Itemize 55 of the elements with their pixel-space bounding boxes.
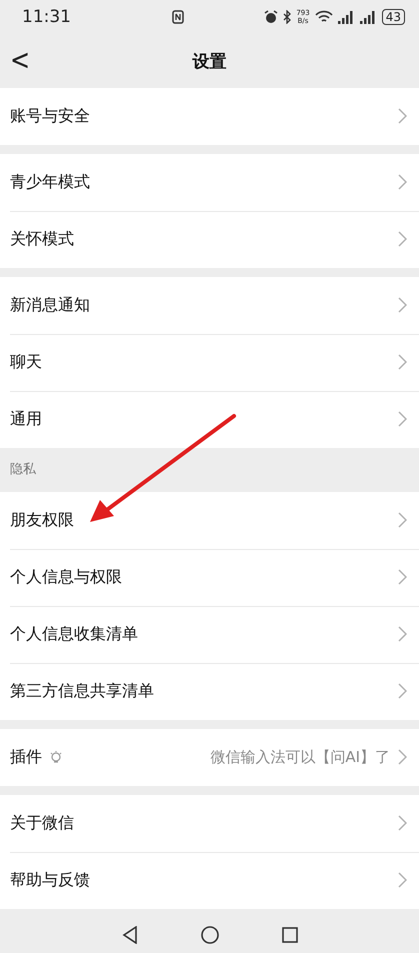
signal-icon <box>338 10 355 24</box>
page-title: 设置 <box>192 50 226 73</box>
home-icon[interactable] <box>200 926 218 944</box>
chevron-icon <box>398 297 407 314</box>
chevron-icon <box>398 749 407 766</box>
bluetooth-icon <box>283 10 292 24</box>
settings-row[interactable]: 朋友权限 <box>0 492 419 549</box>
settings-row[interactable]: 新消息通知 <box>0 276 419 334</box>
row-label: 插件 <box>10 746 42 768</box>
row-value: 微信输入法可以【问AI】了 <box>210 748 390 767</box>
bulb-icon <box>50 750 62 764</box>
chevron-icon <box>398 872 407 888</box>
nfc-icon <box>172 10 184 24</box>
settings-row[interactable]: 关怀模式 <box>0 210 419 268</box>
chevron-icon <box>398 512 407 528</box>
row-label: 个人信息收集清单 <box>10 624 138 645</box>
row-label: 帮助与反馈 <box>10 870 90 891</box>
chevron-icon <box>398 108 407 124</box>
alarm-icon <box>264 10 278 24</box>
row-label: 第三方信息共享清单 <box>10 680 154 702</box>
settings-row[interactable]: 账号与安全 <box>0 88 419 145</box>
row-label: 青少年模式 <box>10 172 90 193</box>
row-label: 聊天 <box>10 352 42 373</box>
settings-row[interactable]: 聊天 <box>0 334 419 391</box>
row-label: 个人信息与权限 <box>10 566 122 588</box>
settings-row[interactable]: 第三方信息共享清单 <box>0 662 419 720</box>
settings-row[interactable]: 关于微信 <box>0 794 419 852</box>
battery-icon: 43 <box>382 9 405 26</box>
settings-row[interactable]: 插件 微信输入法可以【问AI】了 <box>0 728 419 786</box>
section-header: 隐私 <box>9 460 37 479</box>
chevron-icon <box>398 411 407 428</box>
chevron-icon <box>398 626 407 642</box>
row-label: 新消息通知 <box>10 294 90 316</box>
chevron-icon <box>398 231 407 248</box>
row-label: 关于微信 <box>10 812 74 834</box>
row-label: 关怀模式 <box>10 228 74 250</box>
signal-icon <box>360 10 377 24</box>
row-label: 朋友权限 <box>10 510 74 531</box>
chevron-icon <box>398 569 407 586</box>
back-button[interactable]: < <box>4 41 36 80</box>
wifi-icon <box>314 10 333 24</box>
row-label: 账号与安全 <box>10 106 90 127</box>
settings-row[interactable]: 青少年模式 <box>0 154 419 211</box>
chevron-icon <box>398 354 407 370</box>
chevron-icon <box>398 815 407 832</box>
chevron-icon <box>398 174 407 190</box>
settings-row[interactable]: 帮助与反馈 <box>0 852 419 909</box>
chevron-icon <box>398 683 407 700</box>
recents-icon[interactable] <box>282 927 298 944</box>
row-label: 通用 <box>10 408 42 430</box>
settings-row[interactable]: 个人信息与权限 <box>0 548 419 606</box>
clock: 11:31 <box>22 7 72 28</box>
back-icon[interactable] <box>122 926 138 944</box>
settings-row[interactable]: 个人信息收集清单 <box>0 606 419 663</box>
settings-row[interactable]: 通用 <box>0 390 419 448</box>
